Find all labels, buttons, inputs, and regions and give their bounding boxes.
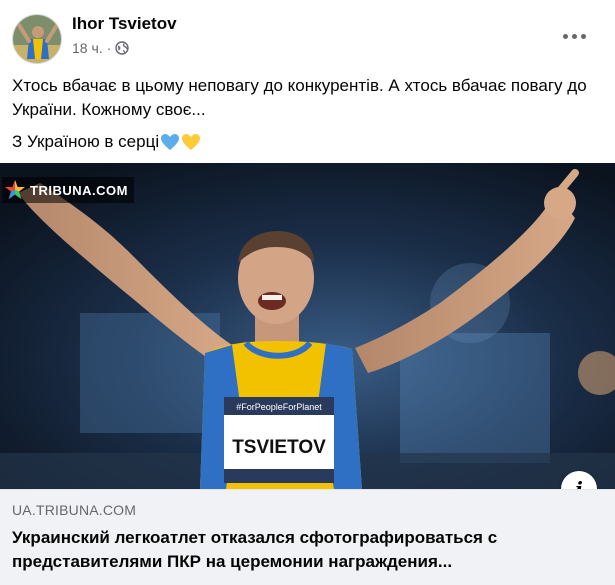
globe-icon[interactable] — [115, 41, 130, 55]
tribuna-star-icon — [4, 179, 26, 201]
more-options-icon[interactable] — [556, 22, 592, 50]
link-title[interactable]: Украинский легкоатлет отказался сфотогра… — [12, 526, 607, 574]
author-name[interactable]: Ihor Tsvietov — [72, 14, 177, 34]
author-avatar[interactable] — [12, 14, 62, 64]
bib-sponsor-text: #ForPeopleForPlanet — [236, 402, 322, 412]
post-header: Ihor Tsvietov 18 ч. · — [0, 0, 615, 70]
meta-separator: · — [106, 40, 112, 56]
tribuna-watermark: TRIBUNA.COM — [2, 177, 134, 203]
post-text-heart-line: З Україною в серці — [12, 132, 160, 151]
yellow-heart-icon — [181, 133, 201, 151]
bib-name-text: TSVIETOV — [232, 437, 326, 458]
watermark-text: TRIBUNA.COM — [30, 182, 128, 198]
post-text: Хтось вбачає в цьому неповагу до конкуре… — [12, 76, 587, 119]
blue-heart-icon — [160, 133, 180, 151]
link-preview-caption[interactable]: UA.TRIBUNA.COM Украинский легкоатлет отк… — [0, 489, 615, 585]
post-meta: 18 ч. · — [72, 40, 130, 56]
post-text-line2: З Україною в серці — [12, 130, 201, 154]
post-time[interactable]: 18 ч. — [72, 40, 103, 56]
link-preview-image[interactable]: #ForPeopleForPlanet TSVIETOV TRIBUNA.COM… — [0, 163, 615, 489]
link-domain: UA.TRIBUNA.COM — [12, 502, 137, 518]
